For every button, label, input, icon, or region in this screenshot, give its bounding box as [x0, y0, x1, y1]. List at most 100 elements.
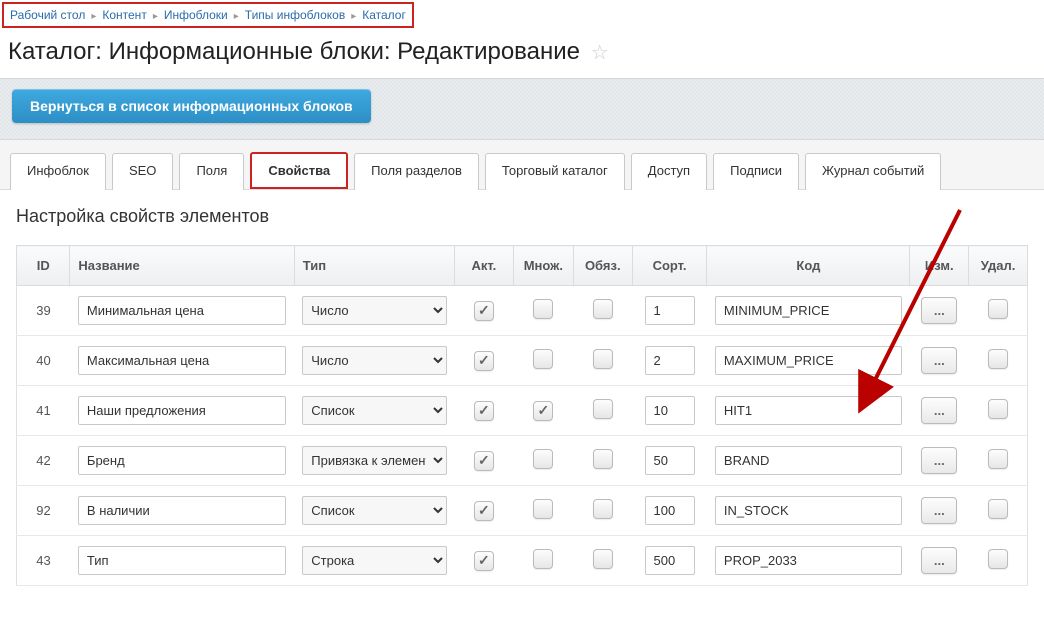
tab-инфоблок[interactable]: Инфоблок: [10, 153, 106, 190]
required-checkbox[interactable]: [593, 499, 613, 519]
active-checkbox[interactable]: [474, 351, 494, 371]
name-input[interactable]: [78, 446, 286, 475]
table-row: 92 СтрокаЧислоСписокПривязка к элементам.…: [17, 486, 1028, 536]
active-checkbox[interactable]: [474, 401, 494, 421]
col-id: ID: [17, 246, 70, 286]
edit-property-button[interactable]: ...: [921, 297, 957, 324]
sort-input[interactable]: [645, 546, 695, 575]
col-edit: Изм.: [910, 246, 969, 286]
type-select[interactable]: СтрокаЧислоСписокПривязка к элементам: [302, 346, 446, 375]
page-title: Каталог: Информационные блоки: Редактиро…: [0, 34, 1044, 78]
tab-подписи[interactable]: Подписи: [713, 153, 799, 190]
code-input[interactable]: [715, 446, 902, 475]
row-id: 92: [17, 486, 70, 536]
favorite-star-icon[interactable]: ☆: [591, 42, 609, 64]
back-to-list-button[interactable]: Вернуться в список информационных блоков: [12, 89, 371, 123]
sort-input[interactable]: [645, 346, 695, 375]
required-checkbox[interactable]: [593, 299, 613, 319]
tab-свойства[interactable]: Свойства: [250, 152, 348, 189]
name-input[interactable]: [78, 396, 286, 425]
edit-property-button[interactable]: ...: [921, 397, 957, 424]
tab-доступ[interactable]: Доступ: [631, 153, 707, 190]
delete-checkbox[interactable]: [988, 299, 1008, 319]
tab-журнал-событий[interactable]: Журнал событий: [805, 153, 941, 190]
active-checkbox[interactable]: [474, 301, 494, 321]
breadcrumb-link[interactable]: Контент: [102, 8, 146, 22]
name-input[interactable]: [78, 546, 286, 575]
row-id: 40: [17, 336, 70, 386]
active-checkbox[interactable]: [474, 551, 494, 571]
row-id: 41: [17, 386, 70, 436]
col-code: Код: [707, 246, 910, 286]
delete-checkbox[interactable]: [988, 449, 1008, 469]
col-delete: Удал.: [969, 246, 1028, 286]
type-select[interactable]: СтрокаЧислоСписокПривязка к элементам: [302, 446, 446, 475]
delete-checkbox[interactable]: [988, 499, 1008, 519]
table-row: 39 СтрокаЧислоСписокПривязка к элементам.…: [17, 286, 1028, 336]
required-checkbox[interactable]: [593, 349, 613, 369]
row-id: 42: [17, 436, 70, 486]
row-id: 43: [17, 536, 70, 586]
col-multiple: Множ.: [513, 246, 573, 286]
delete-checkbox[interactable]: [988, 549, 1008, 569]
chevron-right-icon: ▸: [153, 11, 158, 22]
sort-input[interactable]: [645, 296, 695, 325]
col-name: Название: [70, 246, 294, 286]
tab-торговый-каталог[interactable]: Торговый каталог: [485, 153, 625, 190]
sort-input[interactable]: [645, 396, 695, 425]
table-row: 43 СтрокаЧислоСписокПривязка к элементам.…: [17, 536, 1028, 586]
edit-property-button[interactable]: ...: [921, 547, 957, 574]
page-title-text: Каталог: Информационные блоки: Редактиро…: [8, 38, 580, 65]
edit-property-button[interactable]: ...: [921, 497, 957, 524]
type-select[interactable]: СтрокаЧислоСписокПривязка к элементам: [302, 496, 446, 525]
type-select[interactable]: СтрокаЧислоСписокПривязка к элементам: [302, 546, 446, 575]
chevron-right-icon: ▸: [234, 11, 239, 22]
active-checkbox[interactable]: [474, 501, 494, 521]
chevron-right-icon: ▸: [351, 11, 356, 22]
code-input[interactable]: [715, 346, 902, 375]
type-select[interactable]: СтрокаЧислоСписокПривязка к элементам: [302, 296, 446, 325]
properties-table: ID Название Тип Акт. Множ. Обяз. Сорт. К…: [16, 245, 1028, 586]
chevron-right-icon: ▸: [91, 11, 96, 22]
delete-checkbox[interactable]: [988, 349, 1008, 369]
col-active: Акт.: [455, 246, 514, 286]
code-input[interactable]: [715, 296, 902, 325]
sort-input[interactable]: [645, 496, 695, 525]
type-select[interactable]: СтрокаЧислоСписокПривязка к элементам: [302, 396, 446, 425]
required-checkbox[interactable]: [593, 449, 613, 469]
tab-поля[interactable]: Поля: [179, 153, 244, 190]
tab-поля-разделов[interactable]: Поля разделов: [354, 153, 479, 190]
multiple-checkbox[interactable]: [533, 499, 553, 519]
breadcrumb-link[interactable]: Инфоблоки: [164, 8, 228, 22]
col-required: Обяз.: [573, 246, 632, 286]
sort-input[interactable]: [645, 446, 695, 475]
tab-seo[interactable]: SEO: [112, 153, 173, 190]
breadcrumb-link[interactable]: Рабочий стол: [10, 8, 85, 22]
multiple-checkbox[interactable]: [533, 299, 553, 319]
name-input[interactable]: [78, 346, 286, 375]
row-id: 39: [17, 286, 70, 336]
name-input[interactable]: [78, 296, 286, 325]
code-input[interactable]: [715, 496, 902, 525]
name-input[interactable]: [78, 496, 286, 525]
content-panel: Настройка свойств элементов ID Название …: [0, 190, 1044, 602]
multiple-checkbox[interactable]: [533, 549, 553, 569]
edit-property-button[interactable]: ...: [921, 347, 957, 374]
col-type: Тип: [294, 246, 454, 286]
tabs-container: ИнфоблокSEOПоляСвойстваПоля разделовТорг…: [0, 140, 1044, 190]
delete-checkbox[interactable]: [988, 399, 1008, 419]
multiple-checkbox[interactable]: [533, 449, 553, 469]
edit-property-button[interactable]: ...: [921, 447, 957, 474]
multiple-checkbox[interactable]: [533, 349, 553, 369]
code-input[interactable]: [715, 546, 902, 575]
required-checkbox[interactable]: [593, 399, 613, 419]
required-checkbox[interactable]: [593, 549, 613, 569]
breadcrumb-link[interactable]: Типы инфоблоков: [245, 8, 345, 22]
active-checkbox[interactable]: [474, 451, 494, 471]
table-row: 42 СтрокаЧислоСписокПривязка к элементам.…: [17, 436, 1028, 486]
multiple-checkbox[interactable]: [533, 401, 553, 421]
breadcrumb-link[interactable]: Каталог: [362, 8, 406, 22]
code-input[interactable]: [715, 396, 902, 425]
action-bar: Вернуться в список информационных блоков: [0, 78, 1044, 140]
table-row: 40 СтрокаЧислоСписокПривязка к элементам.…: [17, 336, 1028, 386]
